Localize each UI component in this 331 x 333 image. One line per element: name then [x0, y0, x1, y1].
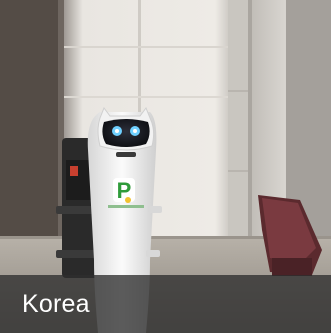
country-label: Korea	[22, 290, 90, 318]
country-tile[interactable]: P Korea	[0, 0, 331, 333]
